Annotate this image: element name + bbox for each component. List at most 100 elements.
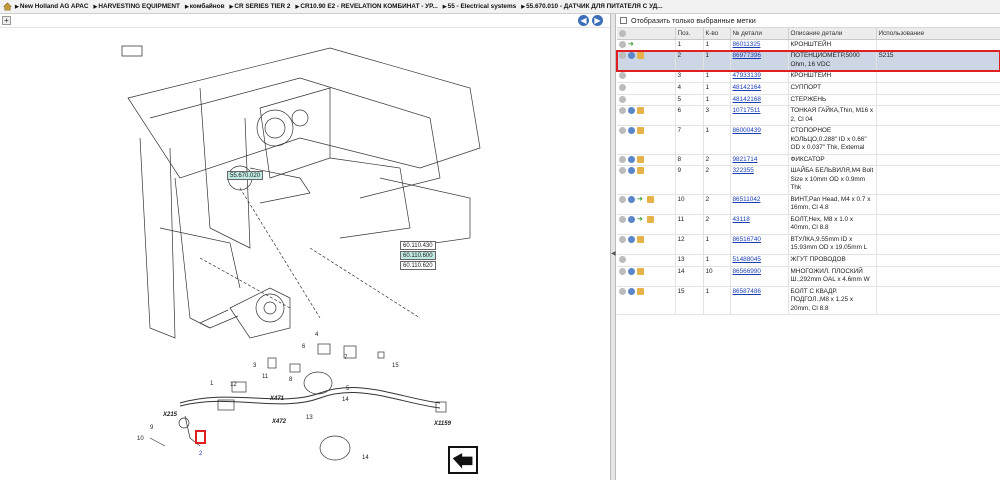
info-icon[interactable] <box>619 127 626 135</box>
add-to-cart-icon[interactable] <box>628 167 635 175</box>
info-icon[interactable] <box>619 72 626 80</box>
breadcrumb-item[interactable]: ▶CR SERIES TIER 2 <box>230 3 291 10</box>
settings-icon[interactable] <box>619 29 626 37</box>
return-arrow-icon[interactable] <box>448 446 478 474</box>
cell-part-number[interactable]: 10717511 <box>730 105 789 127</box>
ref-main-label[interactable]: 55.670.020 <box>227 171 264 180</box>
add-to-cart-icon[interactable] <box>628 155 635 163</box>
part-box-icon[interactable] <box>637 52 644 60</box>
ref-label[interactable]: 60.110.430 <box>400 241 436 250</box>
info-icon[interactable] <box>619 107 626 115</box>
breadcrumb-item[interactable]: ▶CR10.90 E2 - REVELATION КОМБИНАТ - УР..… <box>295 3 437 10</box>
table-row[interactable]: ➜ 10 2 86511042 ВИНТ,Pan Head, M4 x 0.7 x 16… <box>617 194 1000 215</box>
ref-label[interactable]: 60.110.620 <box>400 261 436 270</box>
add-to-cart-icon[interactable] <box>628 127 635 135</box>
info-icon[interactable] <box>619 155 626 163</box>
add-icon[interactable]: + <box>2 16 11 25</box>
part-box-icon[interactable] <box>637 287 644 295</box>
cell-part-number[interactable]: 48142164 <box>730 82 789 95</box>
column-header-qty[interactable]: К-во <box>703 28 731 40</box>
add-to-cart-icon[interactable] <box>628 195 635 203</box>
replacement-arrow-icon[interactable]: ➜ <box>637 216 645 223</box>
table-row[interactable]: 6 3 10717511 ТОНКАЯ ГАЙКА,Thin, M16 x 2, Cl… <box>617 105 1000 127</box>
column-header-desc[interactable]: Описание детали <box>788 28 877 40</box>
cell-part-number[interactable]: 86566990 <box>730 266 789 287</box>
table-row[interactable]: 7 1 86000439 СТОПОРНОЕ КОЛЬЦО,0.288" ID x 0… <box>617 125 1000 155</box>
column-header-use[interactable]: Использование <box>876 28 1000 40</box>
add-to-cart-icon[interactable] <box>628 215 635 223</box>
breadcrumb-item[interactable]: ▶New Holland AG APAC <box>15 3 89 10</box>
part-box-icon[interactable] <box>637 107 644 115</box>
table-row[interactable]: 9 2 322355 ШАЙБА БЕЛЬВИЛЯ,M4 Bolt Size x 10… <box>617 165 1000 195</box>
info-icon[interactable] <box>619 255 626 263</box>
row-icons: ➜ <box>617 214 676 235</box>
table-row[interactable]: 15 1 86587486 БОЛТ С КВАДР. ПОДГОЛ.,M8 x 1.… <box>617 286 1000 316</box>
cell-part-number[interactable]: 9821714 <box>730 154 789 167</box>
table-row[interactable]: 5 1 48142168 СТЕРЖЕНЬ <box>617 94 1000 107</box>
cell-part-number[interactable]: 86977396 <box>730 50 789 72</box>
ref-label[interactable]: 60.110.600 <box>400 251 436 260</box>
add-to-cart-icon[interactable] <box>628 267 635 275</box>
collapse-arrow-icon[interactable]: ◀ <box>611 250 616 257</box>
table-row[interactable]: 2 1 86977396 ПОТЕНЦИОМЕТР,5000 Ohm, 16 VDC S… <box>616 49 1000 72</box>
add-to-cart-icon[interactable] <box>628 107 635 115</box>
column-header-part[interactable]: № детали <box>730 28 789 40</box>
info-icon[interactable] <box>619 195 626 203</box>
table-row[interactable]: 8 2 9821714 ФИКСАТОР <box>617 154 1000 167</box>
filter-checkbox[interactable] <box>620 17 627 24</box>
table-row[interactable]: 3 1 47933139 КРОНШТЕЙН <box>617 70 1000 83</box>
back-arrow-icon[interactable]: ◀ <box>578 15 589 26</box>
add-to-cart-icon[interactable] <box>628 235 635 243</box>
part-box-icon[interactable] <box>637 127 644 135</box>
cell-part-number[interactable]: 47933139 <box>730 70 789 83</box>
add-to-cart-icon[interactable] <box>628 287 635 295</box>
cell-description: ТОНКАЯ ГАЙКА,Thin, M16 x 2, Cl 04 <box>788 105 877 127</box>
breadcrumb-item[interactable]: ▶55 - Electrical systems <box>443 3 516 10</box>
cell-part-number[interactable]: 322355 <box>730 165 789 195</box>
info-icon[interactable] <box>619 95 626 103</box>
cell-part-number[interactable]: 86000439 <box>730 125 789 155</box>
table-row[interactable]: 13 1 51488045 ЖГУТ ПРОВОДОВ <box>617 254 1000 267</box>
cell-part-number[interactable]: 86587486 <box>730 286 789 316</box>
home-icon[interactable] <box>3 2 12 11</box>
info-icon[interactable] <box>619 215 626 223</box>
part-box-icon[interactable] <box>647 215 654 223</box>
part-box-icon[interactable] <box>637 235 644 243</box>
callout-12: 12 <box>230 382 237 388</box>
cell-part-number[interactable]: 51488045 <box>730 254 789 267</box>
cell-part-number[interactable]: 86516740 <box>730 234 789 255</box>
cell-part-number[interactable]: 43118 <box>730 214 789 235</box>
part-box-icon[interactable] <box>637 167 644 175</box>
info-icon[interactable] <box>619 287 626 295</box>
cell-part-number[interactable]: 86511042 <box>730 194 789 215</box>
part-box-icon[interactable] <box>637 267 644 275</box>
table-row[interactable]: 12 1 86516740 ВТУЛКА,9.55mm ID x 15.93mm OD… <box>617 234 1000 255</box>
breadcrumb-item[interactable]: ▶комбайнов <box>185 3 225 10</box>
info-icon[interactable] <box>619 167 626 175</box>
info-icon[interactable] <box>619 40 626 48</box>
table-row[interactable]: ➜ 11 2 43118 БОЛТ,Hex, M8 x 1.0 x 40mm, Cl 8… <box>617 214 1000 235</box>
cell-part-number[interactable]: 86011325 <box>730 39 789 52</box>
part-box-icon[interactable] <box>647 195 654 203</box>
breadcrumb-item[interactable]: ▶55.670.010 - ДАТЧИК ДЛЯ ПИТАТЕЛЯ С УД..… <box>521 3 662 10</box>
column-header-icons[interactable] <box>617 28 676 40</box>
replacement-arrow-icon[interactable]: ➜ <box>628 41 636 48</box>
selected-callout-marker[interactable] <box>195 430 206 444</box>
table-row[interactable]: 4 1 48142164 СУППОРТ <box>617 82 1000 95</box>
breadcrumb-item[interactable]: ▶HARVESTING EQUIPMENT <box>94 3 180 10</box>
replacement-arrow-icon[interactable]: ➜ <box>637 196 645 203</box>
forward-arrow-icon[interactable]: ▶ <box>592 15 603 26</box>
cell-part-number[interactable]: 48142168 <box>730 94 789 107</box>
cell-usage <box>876 82 1000 95</box>
table-row[interactable]: 14 10 86566990 МНОГОЖИЛ. ПЛОСКИЙ Ш.,292mm O… <box>617 266 1000 287</box>
table-row[interactable]: ➜ 1 1 86011325 КРОНШТЕЙН <box>617 39 1000 52</box>
column-header-pos[interactable]: Поз. <box>675 28 704 40</box>
add-to-cart-icon[interactable] <box>628 52 635 60</box>
part-box-icon[interactable] <box>637 155 644 163</box>
info-icon[interactable] <box>619 83 626 91</box>
info-icon[interactable] <box>619 52 626 60</box>
info-icon[interactable] <box>619 235 626 243</box>
info-icon[interactable] <box>619 267 626 275</box>
splitter-handle[interactable]: ◀ <box>610 14 616 480</box>
exploded-parts-diagram[interactable]: 1 3 12 11 4 6 7 8 5 15 13 14 14 9 10 X21… <box>0 28 611 480</box>
